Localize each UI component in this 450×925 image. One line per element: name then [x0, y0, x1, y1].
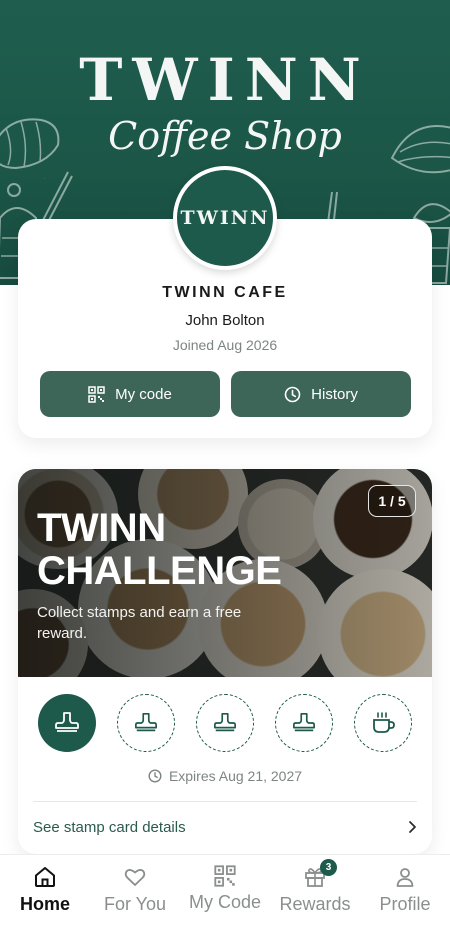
- home-icon: [35, 867, 55, 887]
- history-button[interactable]: History: [231, 371, 411, 417]
- qr-code-icon: [88, 385, 105, 403]
- user-name: John Bolton: [185, 312, 265, 329]
- nav-item-for-you[interactable]: For You: [90, 855, 180, 925]
- challenge-title: TWINN CHALLENGE: [37, 506, 282, 593]
- avatar-logo-text: TWINN: [180, 207, 270, 229]
- history-label: History: [311, 385, 358, 403]
- nav-label-for-you: For You: [103, 894, 167, 914]
- qr-code-icon: [214, 865, 236, 887]
- challenge-hero-image: 1 / 5 TWINN CHALLENGE Collect stamps and…: [18, 469, 432, 677]
- details-link-label: See stamp card details: [33, 818, 186, 836]
- page-indicator: 1 / 5: [368, 485, 416, 517]
- clock-icon: [284, 386, 301, 402]
- stamp-row: [38, 694, 412, 752]
- expiry-text: Expires Aug 21, 2027: [168, 768, 303, 784]
- stamp-slot-empty: [196, 694, 254, 752]
- bottom-navigation: Home For You My Code 3 Rewards Profile: [0, 854, 450, 925]
- stamp-icon: [214, 712, 236, 732]
- rewards-count-badge: 3: [320, 859, 337, 876]
- my-code-label: My code: [115, 385, 172, 403]
- cafe-name: TWINN CAFE: [162, 284, 288, 301]
- clock-icon: [148, 769, 162, 783]
- chevron-right-icon: [409, 821, 416, 833]
- stamp-slot-reward: [354, 694, 412, 752]
- nav-label-my-code: My Code: [188, 892, 262, 912]
- nav-item-profile[interactable]: Profile: [360, 855, 450, 925]
- nav-label-profile: Profile: [379, 894, 431, 914]
- stamp-icon: [293, 712, 315, 732]
- stamp-slot-empty: [117, 694, 175, 752]
- stamp-icon: [135, 712, 157, 732]
- stamp-slot-empty: [275, 694, 333, 752]
- person-icon: [396, 868, 414, 887]
- brand-title: TWINN: [79, 46, 371, 114]
- stamp-challenge-card[interactable]: 1 / 5 TWINN CHALLENGE Collect stamps and…: [18, 469, 432, 854]
- brand-subtitle: Coffee Shop: [108, 114, 342, 158]
- my-code-button[interactable]: My code: [40, 371, 220, 417]
- nav-item-rewards[interactable]: 3 Rewards: [270, 855, 360, 925]
- coffee-cup-icon: [373, 712, 395, 733]
- nav-label-rewards: Rewards: [279, 894, 351, 914]
- avatar: TWINN: [173, 166, 277, 270]
- expiry-info: Expires Aug 21, 2027: [18, 768, 432, 784]
- nav-item-my-code[interactable]: My Code: [180, 855, 270, 925]
- stamp-card-details-link[interactable]: See stamp card details: [33, 814, 417, 840]
- heart-icon: [124, 869, 146, 886]
- stamp-icon: [55, 712, 79, 732]
- joined-date: Joined Aug 2026: [172, 337, 278, 353]
- challenge-description: Collect stamps and earn a free reward.: [37, 604, 242, 642]
- divider: [33, 801, 417, 802]
- nav-label-home: Home: [19, 894, 70, 914]
- nav-item-home[interactable]: Home: [0, 855, 90, 925]
- stamp-slot-filled: [38, 694, 96, 752]
